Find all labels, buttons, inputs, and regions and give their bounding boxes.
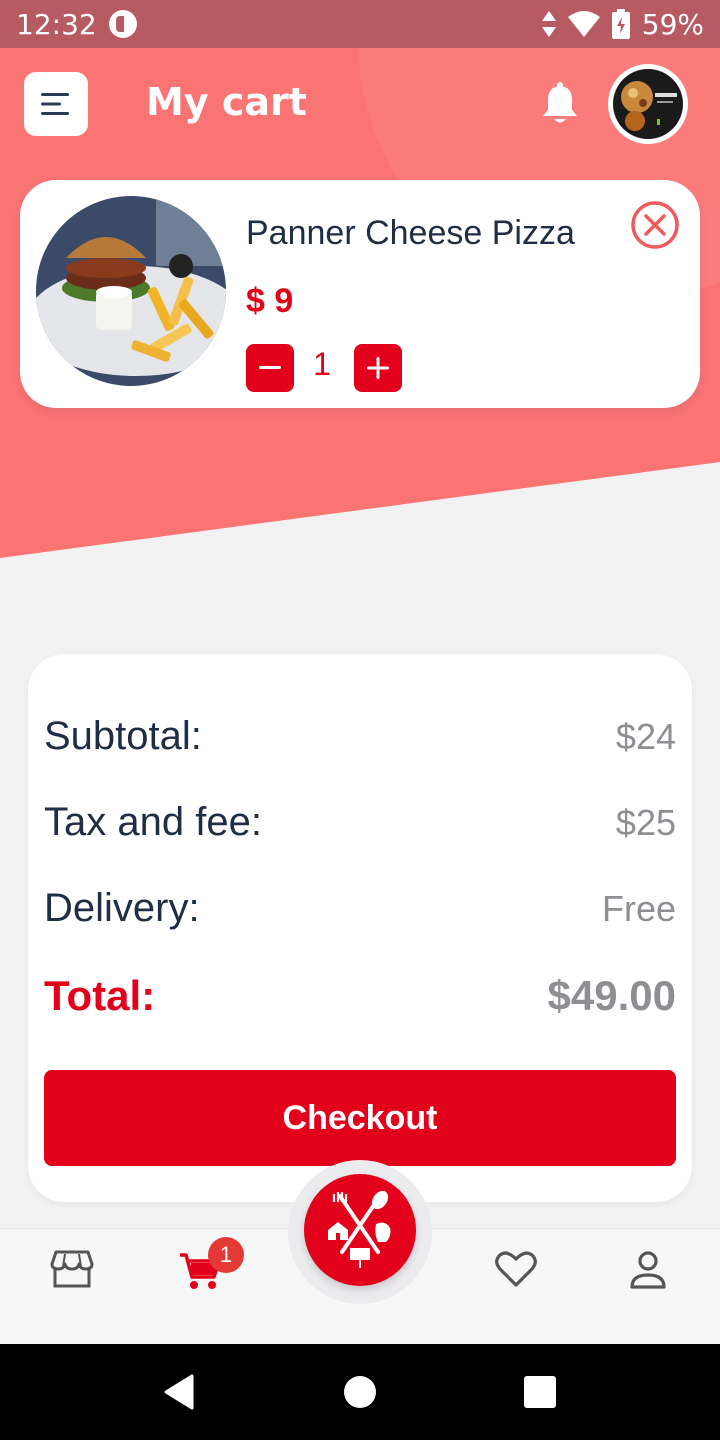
subtotal-label: Subtotal:: [44, 714, 202, 758]
system-recents-button[interactable]: [524, 1376, 556, 1408]
profile-icon: [630, 1251, 666, 1289]
system-navigation-bar: [0, 1344, 720, 1440]
checkout-button[interactable]: Checkout: [44, 1070, 676, 1166]
total-label: Total:: [44, 972, 156, 1019]
app-header: My cart: [0, 48, 720, 168]
system-home-button[interactable]: [344, 1376, 376, 1408]
nav-store[interactable]: [50, 1249, 94, 1293]
quantity-value: 1: [313, 346, 331, 382]
cart-item-card: Panner Cheese Pizza $ 9 1: [20, 180, 700, 408]
close-circle-icon: [631, 201, 679, 249]
delivery-label: Delivery:: [44, 886, 200, 930]
heart-icon: [495, 1251, 537, 1287]
item-price: $ 9: [246, 282, 294, 320]
nav-profile[interactable]: [626, 1249, 670, 1293]
wifi-icon: [567, 11, 600, 37]
battery-icon: [611, 9, 630, 39]
status-time: 12:32: [16, 7, 97, 41]
tax-value: $25: [615, 801, 676, 843]
cart-count-badge: 1: [208, 1237, 244, 1273]
minus-icon: [259, 366, 281, 369]
nav-favorites[interactable]: [494, 1249, 538, 1293]
system-back-button[interactable]: [160, 1372, 200, 1412]
total-row: Total: $49.00: [44, 972, 676, 1020]
page-title: My cart: [146, 80, 307, 124]
decrease-quantity-button[interactable]: [246, 344, 294, 392]
menu-button[interactable]: [24, 72, 88, 136]
order-summary-card: Subtotal: $24 Tax and fee: $25 Delivery:…: [28, 654, 692, 1202]
subtotal-row: Subtotal: $24: [44, 714, 676, 759]
avatar-image: [613, 69, 683, 139]
increase-quantity-button[interactable]: [354, 344, 402, 392]
app-notification-icon: [108, 10, 137, 38]
data-arrows-icon: [541, 11, 556, 37]
subtotal-value: $24: [615, 715, 676, 757]
menu-icon: [41, 93, 69, 115]
restaurant-avatar[interactable]: [608, 64, 688, 144]
item-name: Panner Cheese Pizza: [246, 214, 575, 252]
remove-item-button[interactable]: [630, 200, 680, 250]
notifications-button[interactable]: [540, 82, 580, 126]
status-bar: 12:32 59%: [0, 0, 720, 48]
plus-icon: [367, 357, 389, 379]
total-value: $49.00: [547, 972, 676, 1019]
restaurant-home-button[interactable]: [304, 1174, 416, 1286]
delivery-row: Delivery: Free: [44, 886, 676, 931]
back-triangle-icon: [164, 1374, 194, 1410]
delivery-value: Free: [601, 887, 676, 929]
tax-row: Tax and fee: $25: [44, 800, 676, 845]
nav-cart[interactable]: 1: [178, 1237, 244, 1293]
store-icon: [50, 1250, 94, 1288]
bell-icon: [543, 82, 577, 123]
food-image: [36, 196, 226, 386]
tax-label: Tax and fee:: [44, 800, 262, 844]
battery-percent: 59%: [641, 7, 704, 41]
restaurant-logo-icon: [328, 1190, 391, 1268]
